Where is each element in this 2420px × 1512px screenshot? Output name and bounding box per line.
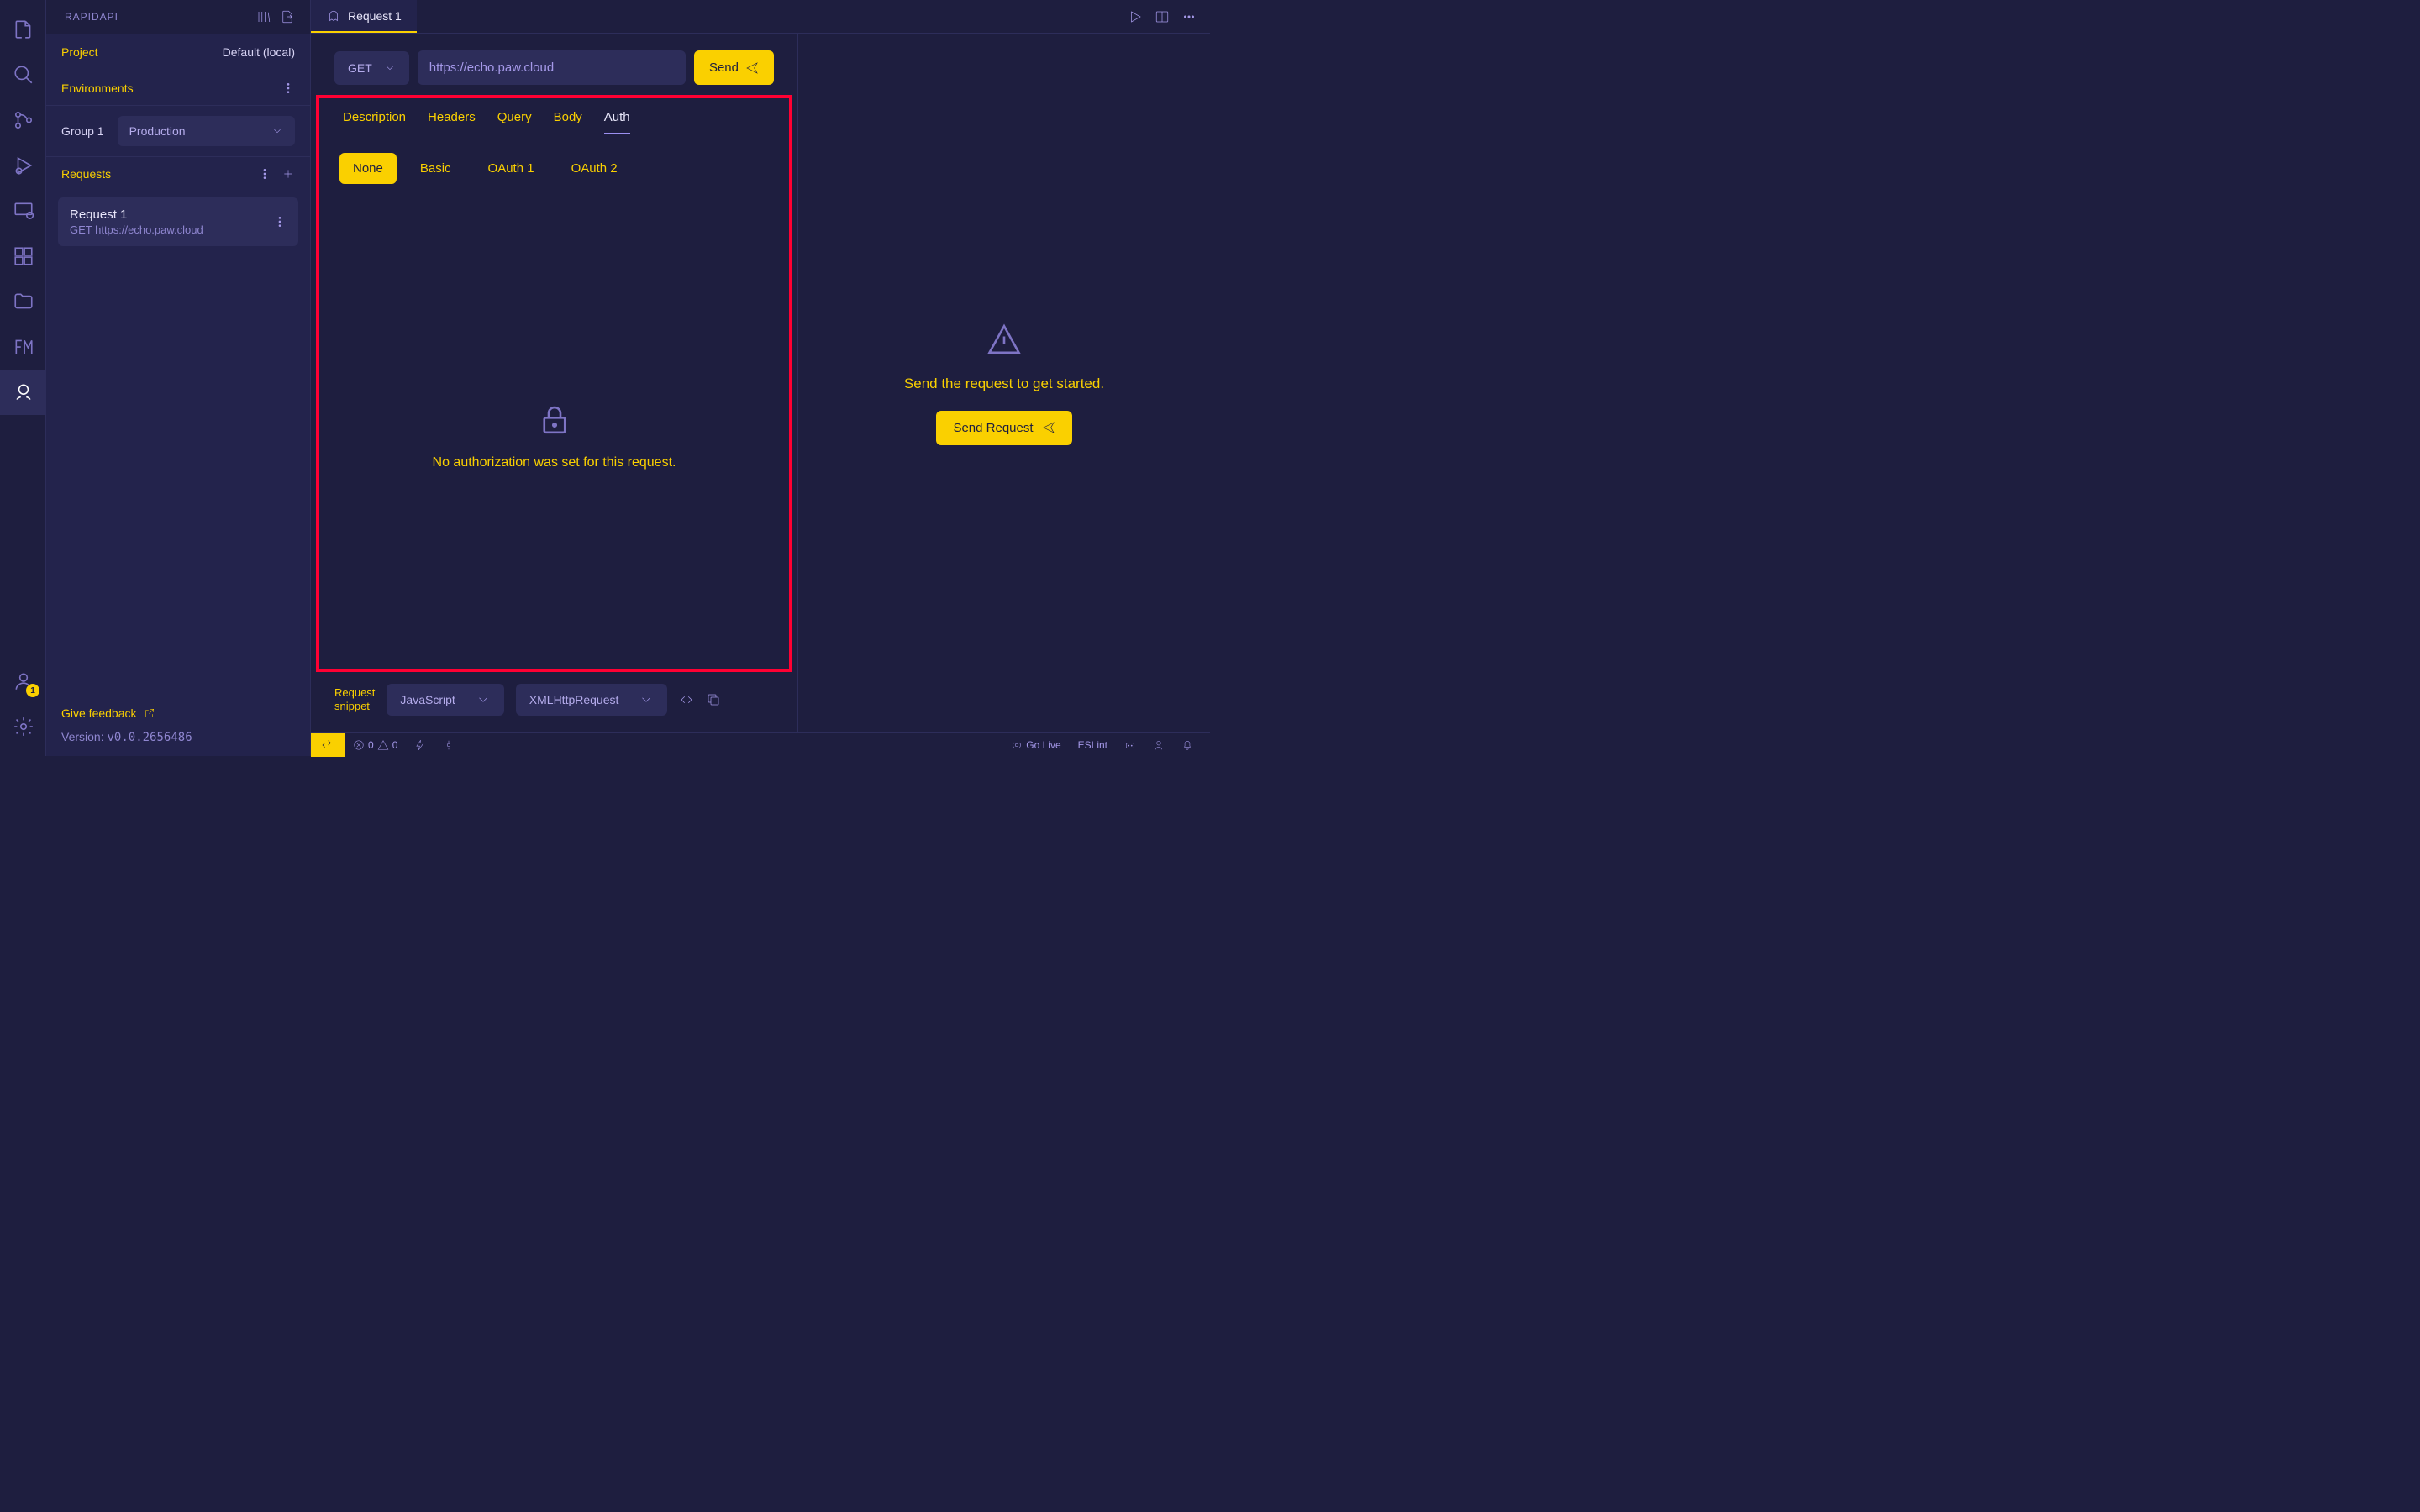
source-control-icon[interactable] <box>0 97 46 143</box>
env-selected: Production <box>129 124 186 138</box>
copy-icon[interactable] <box>706 692 721 707</box>
remote-indicator[interactable] <box>311 733 345 757</box>
auth-oauth1[interactable]: OAuth 1 <box>475 153 548 184</box>
sidebar-header: RAPIDAPI <box>46 0 310 34</box>
eslint-indicator[interactable]: ESLint <box>1070 733 1116 757</box>
warning-icon <box>986 322 1022 357</box>
environments-label: Environments <box>61 81 134 95</box>
explorer-icon[interactable] <box>0 7 46 52</box>
tab-more-icon[interactable] <box>1181 9 1197 24</box>
auth-empty-state: No authorization was set for this reques… <box>319 202 789 669</box>
main: Request 1 GET Send <box>311 0 1210 756</box>
project-row[interactable]: Project Default (local) <box>46 34 310 71</box>
library-icon[interactable] <box>256 9 271 24</box>
send-icon <box>745 61 759 75</box>
method-value: GET <box>348 61 372 75</box>
copilot-icon[interactable] <box>1116 733 1144 757</box>
auth-type-row: None Basic OAuth 1 OAuth 2 <box>319 134 789 202</box>
lock-icon <box>537 402 572 437</box>
ghost-icon <box>326 9 339 23</box>
auth-none[interactable]: None <box>339 153 397 184</box>
extensions-icon[interactable] <box>0 234 46 279</box>
debug-icon[interactable] <box>0 143 46 188</box>
project-label: Project <box>61 45 98 59</box>
give-feedback-link[interactable]: Give feedback <box>61 706 295 720</box>
snippet-label: Request snippet <box>334 686 375 712</box>
request-pane: GET Send Description Headers Query Body <box>311 34 798 732</box>
chevron-down-icon <box>384 62 396 74</box>
requests-label: Requests <box>61 167 111 181</box>
editor-tab[interactable]: Request 1 <box>311 0 417 33</box>
tab-headers[interactable]: Headers <box>428 110 476 134</box>
go-live-button[interactable]: Go Live <box>1002 733 1069 757</box>
request-item-more-icon[interactable] <box>273 215 287 228</box>
statusbar: 0 0 Go Live ESLint <box>311 732 1210 756</box>
auth-basic[interactable]: Basic <box>407 153 465 184</box>
chevron-down-icon <box>639 692 654 707</box>
activity-bar: 1 <box>0 0 46 756</box>
tab-description[interactable]: Description <box>343 110 406 134</box>
external-link-icon <box>144 707 155 719</box>
code-icon[interactable] <box>679 692 694 707</box>
add-request-icon[interactable] <box>281 167 295 181</box>
highlighted-region: Description Headers Query Body Auth None… <box>316 95 792 672</box>
auth-empty-msg: No authorization was set for this reques… <box>433 455 676 470</box>
version-text: Version: v0.0.2656486 <box>61 730 295 744</box>
search-icon[interactable] <box>0 52 46 97</box>
requests-more-icon[interactable] <box>258 167 271 181</box>
tab-title: Request 1 <box>348 9 402 23</box>
split-editor-icon[interactable] <box>1155 9 1170 24</box>
bell-icon[interactable] <box>1173 733 1202 757</box>
response-pane: Send the request to get started. Send Re… <box>798 34 1210 732</box>
environments-header: Environments <box>46 71 310 106</box>
run-icon[interactable] <box>1128 9 1143 24</box>
send-button[interactable]: Send <box>694 50 774 85</box>
tabbar: Request 1 <box>311 0 1210 34</box>
sb-sync-icon[interactable] <box>434 733 463 757</box>
chevron-down-icon <box>476 692 491 707</box>
env-row: Group 1 Production <box>46 106 310 157</box>
response-empty-msg: Send the request to get started. <box>904 375 1104 392</box>
send-request-button[interactable]: Send Request <box>936 411 1071 445</box>
request-tabs: Description Headers Query Body Auth <box>319 98 789 134</box>
env-more-icon[interactable] <box>281 81 295 95</box>
send-icon <box>1042 421 1055 434</box>
chevron-down-icon <box>271 125 283 137</box>
fm-icon[interactable] <box>0 324 46 370</box>
snippet-row: Request snippet JavaScript XMLHttpReques… <box>311 672 797 727</box>
remote-explorer-icon[interactable] <box>0 188 46 234</box>
folder-icon[interactable] <box>0 279 46 324</box>
tab-auth[interactable]: Auth <box>604 110 630 134</box>
request-item-sub: GET https://echo.paw.cloud <box>70 223 203 236</box>
snippet-lang-select[interactable]: JavaScript <box>387 684 503 716</box>
problems-indicator[interactable]: 0 0 <box>345 733 406 757</box>
url-input[interactable] <box>418 50 686 85</box>
auth-oauth2[interactable]: OAuth 2 <box>558 153 631 184</box>
project-value: Default (local) <box>223 45 295 59</box>
request-item[interactable]: Request 1 GET https://echo.paw.cloud <box>58 197 298 246</box>
snippet-lib-select[interactable]: XMLHttpRequest <box>516 684 668 716</box>
settings-gear-icon[interactable] <box>0 704 46 749</box>
tab-query[interactable]: Query <box>497 110 532 134</box>
tab-body[interactable]: Body <box>554 110 582 134</box>
accounts-icon[interactable]: 1 <box>0 659 46 704</box>
group-label: Group 1 <box>61 124 104 138</box>
accounts-badge: 1 <box>26 684 39 697</box>
export-icon[interactable] <box>280 9 295 24</box>
rapidapi-icon[interactable] <box>0 370 46 415</box>
sb-bolt-icon[interactable] <box>406 733 434 757</box>
sidebar-title: RAPIDAPI <box>65 11 118 23</box>
requests-header: Requests <box>46 157 310 191</box>
request-item-name: Request 1 <box>70 207 203 222</box>
env-dropdown[interactable]: Production <box>118 116 295 146</box>
feedback-icon[interactable] <box>1144 733 1173 757</box>
sidebar: RAPIDAPI Project Default (local) Environ… <box>46 0 311 756</box>
method-select[interactable]: GET <box>334 51 409 85</box>
